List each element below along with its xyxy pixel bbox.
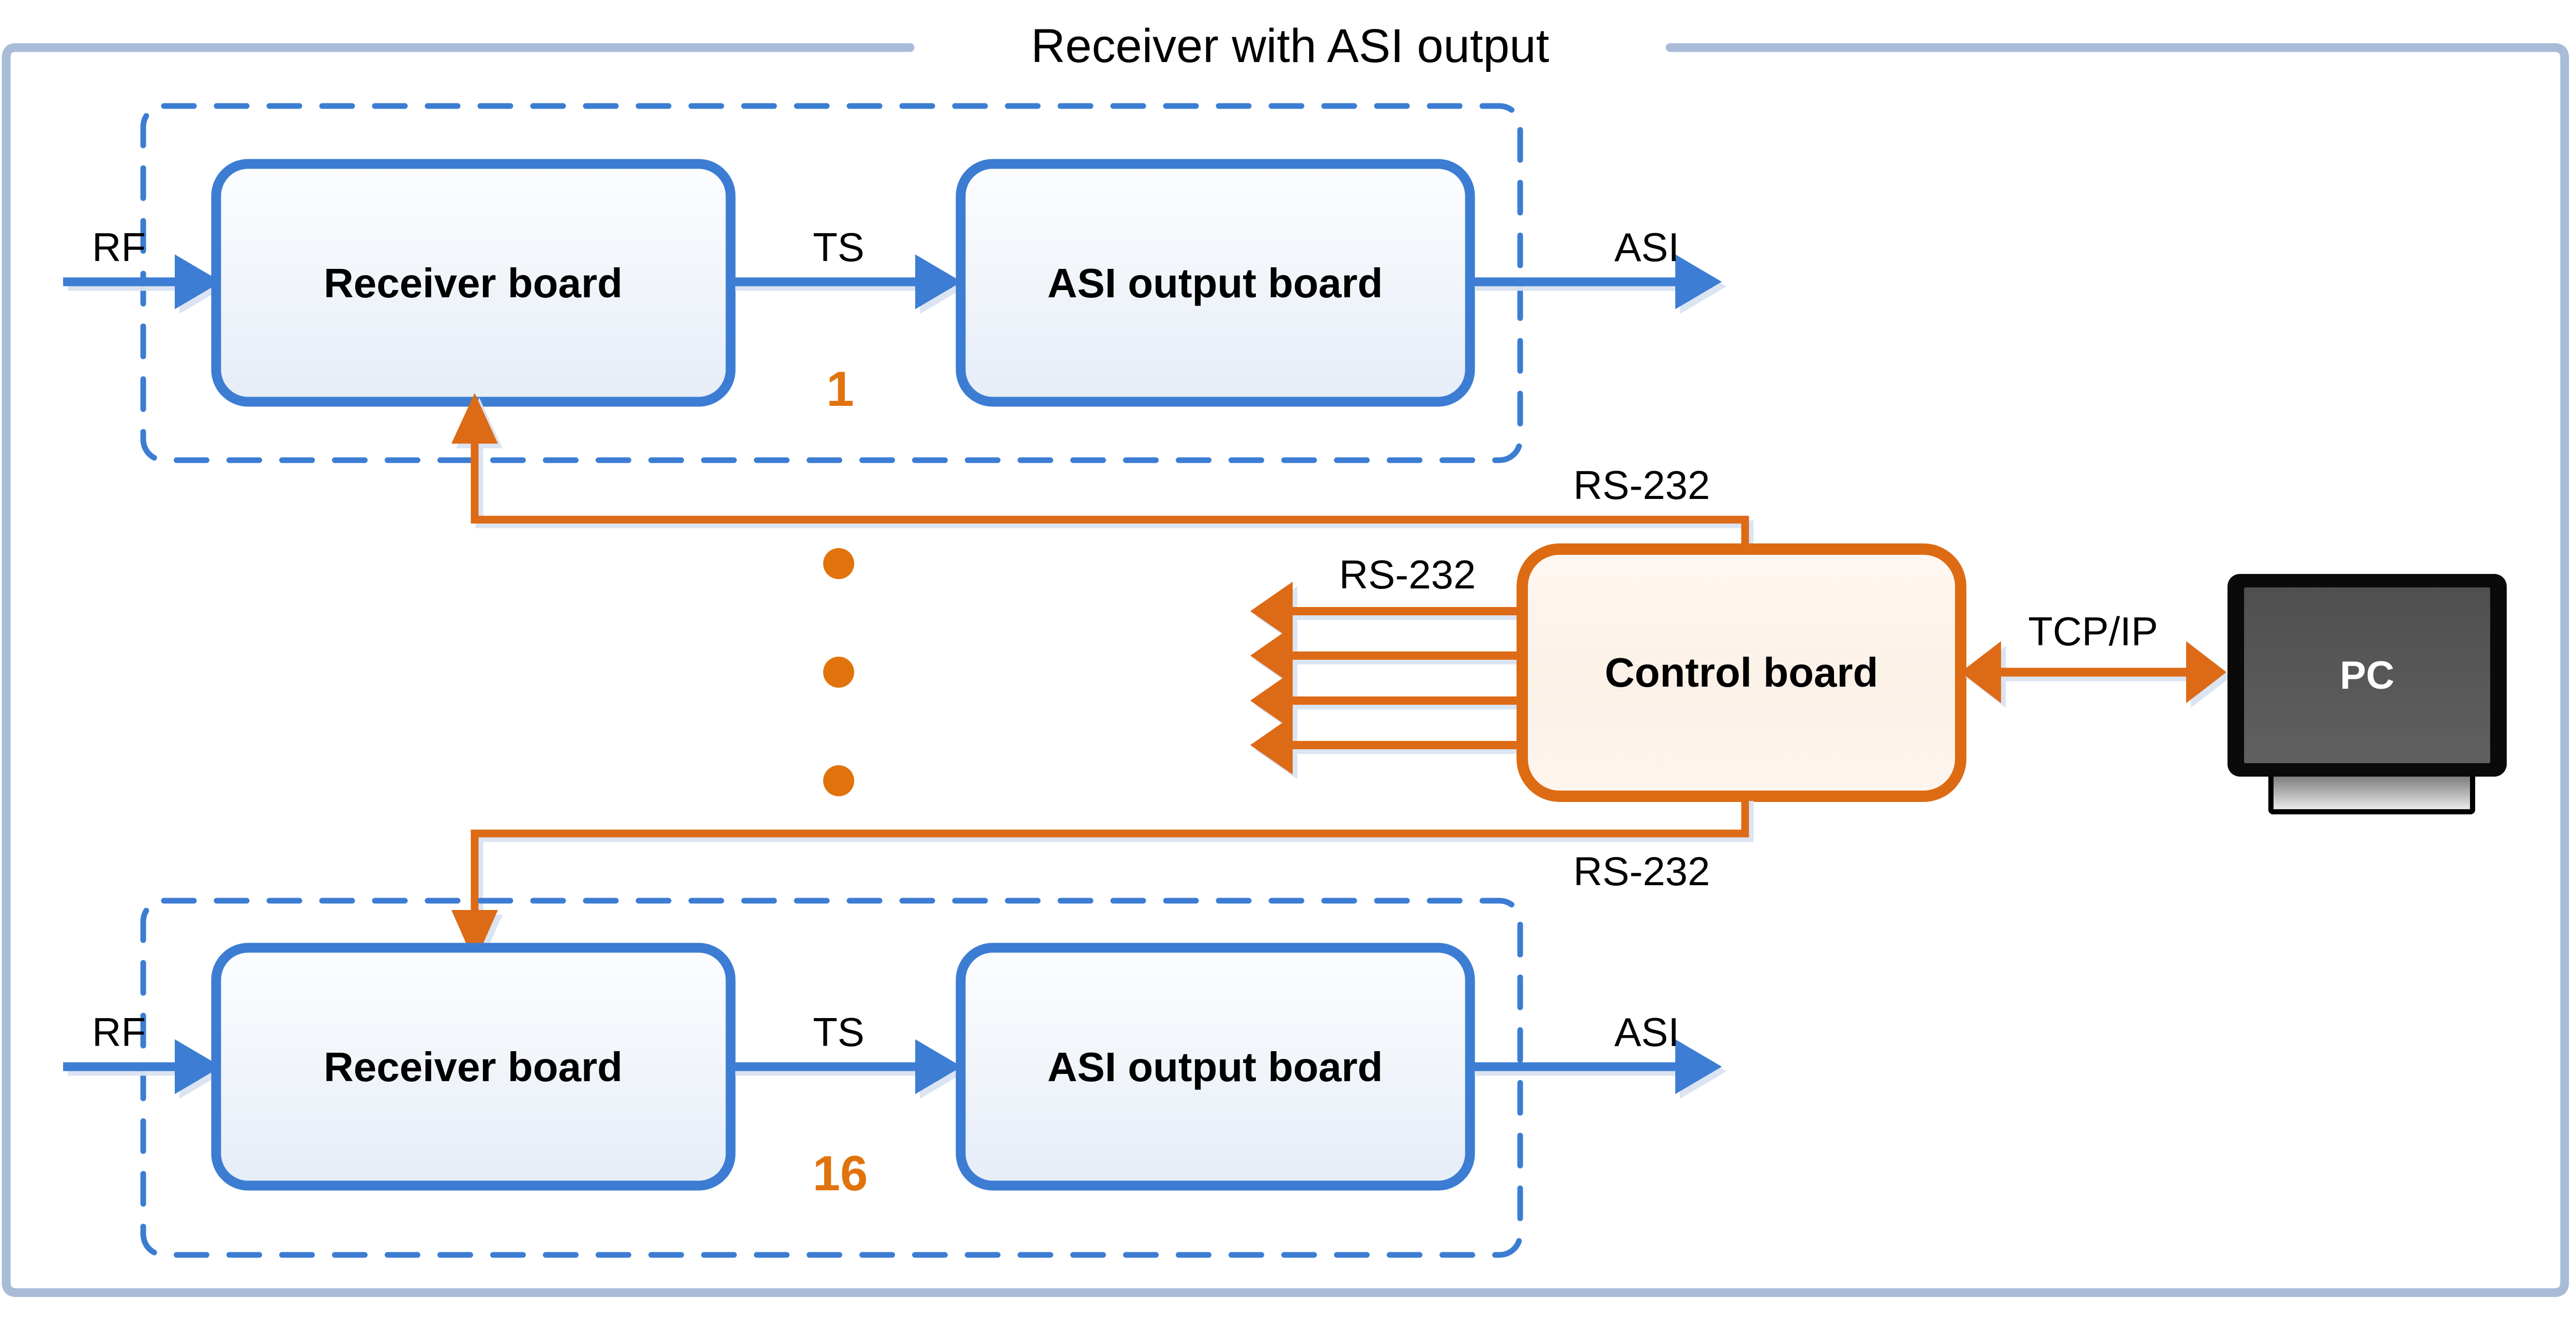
control-bus-arrows [1250, 582, 1523, 775]
ellipsis-dot [823, 657, 854, 688]
ellipsis-dot [823, 548, 854, 579]
asi-output-board-16[interactable]: ASI output board [956, 943, 1475, 1191]
receiver-board-1[interactable]: Receiver board [211, 159, 736, 407]
control-board[interactable]: Control board [1517, 543, 1966, 802]
asi-output-arrow-16 [1470, 1039, 1722, 1094]
diagram-title: Receiver with ASI output [1031, 20, 1549, 72]
receiver-board-16-label: Receiver board [324, 1044, 623, 1090]
asi-output-board-16-label: ASI output board [1048, 1044, 1383, 1090]
rf-input-label-1: RF [92, 224, 146, 270]
tcpip-label: TCP/IP [2028, 609, 2158, 654]
receiver-board-1-label: Receiver board [324, 260, 623, 306]
receiver-board-16[interactable]: Receiver board [211, 943, 736, 1191]
pc-label: PC [2340, 654, 2395, 698]
chain-index-label-16: 16 [813, 1146, 868, 1201]
asi-output-board-1-label: ASI output board [1048, 260, 1383, 306]
diagram-canvas: Receiver with ASI output RF Receiver boa… [0, 0, 2576, 1319]
rs232-label-top: RS-232 [1573, 462, 1710, 508]
asi-output-arrow-1 [1470, 254, 1722, 309]
rs232-label-bottom: RS-232 [1573, 848, 1710, 894]
asi-output-label-1: ASI [1614, 224, 1679, 270]
control-board-label: Control board [1605, 649, 1878, 695]
rs232-route-top [451, 393, 1749, 548]
rs232-bus-label: RS-232 [1339, 552, 1476, 597]
rf-input-label-16: RF [92, 1009, 146, 1055]
ellipsis-dot [823, 765, 854, 796]
chain-ellipsis [823, 548, 854, 796]
ts-link-label-16: TS [813, 1009, 865, 1055]
asi-output-board-1[interactable]: ASI output board [956, 159, 1475, 407]
asi-output-label-16: ASI [1614, 1009, 1679, 1055]
rs232-route-bottom [451, 796, 1749, 963]
ts-link-label-1: TS [813, 224, 865, 270]
chain-index-label-1: 1 [826, 361, 854, 417]
pc-monitor-icon[interactable]: PC [2228, 574, 2507, 814]
